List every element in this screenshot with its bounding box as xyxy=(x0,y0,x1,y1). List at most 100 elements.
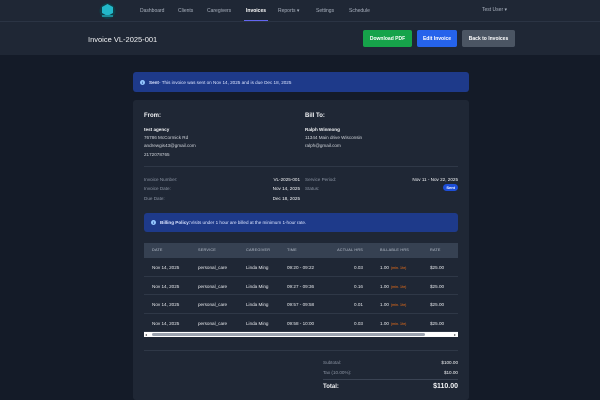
chevron-down-icon: ▾ xyxy=(296,8,300,14)
cell-text: Linda Ming xyxy=(246,302,269,307)
cell-time: 09:58 - 10:00 xyxy=(287,321,314,326)
cell-time: 09:57 - 09:58 xyxy=(287,302,314,307)
total-label: Total: xyxy=(323,384,339,390)
cell-billable-hrs: 1.00 (min. 1hr) xyxy=(380,302,406,307)
user-name: Test User xyxy=(482,7,504,13)
nav-settings[interactable]: Settings xyxy=(316,8,334,14)
nav-dashboard[interactable]: Dashboard xyxy=(140,8,164,14)
app-logo[interactable] xyxy=(99,2,116,20)
scroll-left-icon[interactable]: ◂ xyxy=(145,332,147,337)
invoice-date-label: Invoice Date: xyxy=(144,186,171,191)
status-badge: Sent xyxy=(443,184,458,191)
cell-caregiver: Linda Ming xyxy=(246,321,268,326)
nav-invoices[interactable]: Invoices xyxy=(243,8,269,21)
subtotal-value: $100.00 xyxy=(441,360,458,365)
cell-caregiver: Linda Ming xyxy=(246,284,268,289)
sent-alert: i Sent - This invoice was sent on Nov 14… xyxy=(133,72,469,92)
cell-text: 0.01 xyxy=(354,302,363,307)
cell-text: 09:20 - 09:22 xyxy=(287,265,315,270)
cell-text: Nov 14, 2025 xyxy=(152,320,180,326)
cell-text: Linda Ming xyxy=(246,320,269,326)
min-hour-note: (min. 1hr) xyxy=(390,284,407,289)
subtotal-label: Subtotal: xyxy=(323,360,342,365)
nav-reports[interactable]: Reports ▾ xyxy=(278,8,299,14)
cell-rate: $25.00 xyxy=(430,302,444,307)
cell-service: personal_care xyxy=(198,265,227,270)
scroll-right-icon[interactable]: ▸ xyxy=(454,332,456,337)
nav-reports-label: Reports xyxy=(278,8,296,14)
cell-text: Linda Ming xyxy=(246,283,269,289)
cell-date: Nov 14, 2025 xyxy=(152,302,179,307)
invoice-card: From: test agency 76786 McCormick Rd and… xyxy=(133,100,469,400)
nav-schedule[interactable]: Schedule xyxy=(349,8,370,14)
page-title: Invoice VL-2025-001 xyxy=(88,35,158,44)
cell-text: 1.00 xyxy=(380,302,389,307)
cell-actual-hrs: 0.01 xyxy=(354,302,363,307)
alert-status: Sent xyxy=(149,79,159,85)
cell-rate: $25.00 xyxy=(430,265,444,270)
cell-text: personal_care xyxy=(198,320,228,326)
cell-text: 0.16 xyxy=(354,283,363,289)
user-menu[interactable]: Test User ▾ xyxy=(482,7,507,13)
cell-billable-hrs: 1.00 (min. 1hr) xyxy=(380,265,406,270)
table-header: DATE SERVICE CAREGIVER TIME ACTUAL HRS B… xyxy=(144,243,458,258)
from-address: 76786 McCormick Rd xyxy=(144,135,189,140)
cell-text: $25.00 xyxy=(430,320,445,326)
total-value: $110.00 xyxy=(433,383,458,390)
col-billable-hrs: BILLABLE HRS xyxy=(380,248,409,252)
billing-policy-alert: i Billing Policy: Visits under 1 hour ar… xyxy=(144,213,458,232)
cell-text: $25.00 xyxy=(430,265,445,270)
cell-actual-hrs: 0.03 xyxy=(354,265,363,270)
table-row: Nov 14, 2025 personal_care Linda Ming 09:57… xyxy=(144,295,458,314)
page-header: Invoice VL-2025-001 Download PDF Edit In… xyxy=(0,22,600,55)
from-heading: From: xyxy=(144,113,161,119)
service-period: Nov 11 - Nov 22, 2025 xyxy=(412,177,458,182)
table-row: Nov 14, 2025 personal_care Linda Ming 09:27… xyxy=(144,277,458,295)
edit-invoice-button[interactable]: Edit Invoice xyxy=(417,30,457,47)
cell-text: 1.00 xyxy=(380,283,389,289)
divider xyxy=(144,350,458,351)
col-time: TIME xyxy=(287,248,297,252)
from-email: andrewgis43@gmail.com xyxy=(144,143,196,148)
cell-text: Nov 14, 2025 xyxy=(152,283,180,289)
col-rate: RATE xyxy=(430,248,441,252)
from-name: test agency xyxy=(144,127,170,132)
cell-text: personal_care xyxy=(198,265,228,270)
cell-text: $25.00 xyxy=(430,302,445,307)
policy-label: Billing Policy: xyxy=(160,220,191,225)
min-hour-note: (min. 1hr) xyxy=(390,266,407,270)
nav-clients[interactable]: Clients xyxy=(178,8,193,14)
cell-text: $25.00 xyxy=(430,283,445,289)
bill-to-name: Ralph Winmong xyxy=(305,127,340,132)
nav-caregivers[interactable]: Caregivers xyxy=(207,8,231,14)
invoice-number: VL-2025-001 xyxy=(273,177,300,182)
back-to-invoices-button[interactable]: Back to Invoices xyxy=(462,30,515,47)
divider xyxy=(323,379,458,380)
col-caregiver: CAREGIVER xyxy=(246,248,271,252)
col-date: DATE xyxy=(152,248,163,252)
bill-to-email: ralph@gmail.com xyxy=(305,143,341,148)
cell-text: 09:27 - 09:36 xyxy=(287,283,315,289)
from-phone: 2172078765 xyxy=(144,152,170,157)
due-date-label: Due Date: xyxy=(144,196,165,201)
table-row: Nov 14, 2025 personal_care Linda Ming 09:20… xyxy=(144,258,458,277)
cell-date: Nov 14, 2025 xyxy=(152,265,179,270)
bill-to-address: 11344 Main drive Wisconsin xyxy=(305,135,363,140)
line-items-table: DATE SERVICE CAREGIVER TIME ACTUAL HRS B… xyxy=(144,243,458,337)
cell-text: Nov 14, 2025 xyxy=(152,265,180,270)
cell-actual-hrs: 0.16 xyxy=(354,284,363,289)
cell-billable-hrs: 1.00 (min. 1hr) xyxy=(380,284,406,289)
scrollbar-thumb[interactable] xyxy=(152,333,425,336)
alert-text: - This invoice was sent on Nov 14, 2025 … xyxy=(158,79,292,85)
cell-text: personal_care xyxy=(198,283,228,289)
invoice-date: Nov 14, 2025 xyxy=(272,186,300,191)
cell-text: 09:57 - 09:58 xyxy=(287,302,315,307)
cell-rate: $25.00 xyxy=(430,321,444,326)
invoice-number-label: Invoice Number: xyxy=(144,177,178,182)
horizontal-scrollbar[interactable]: ◂ ▸ xyxy=(144,332,458,337)
cell-time: 09:20 - 09:22 xyxy=(287,265,314,270)
download-pdf-button[interactable]: Download PDF xyxy=(363,30,412,47)
top-navbar: Dashboard Clients Caregivers Invoices Re… xyxy=(0,0,600,22)
cell-service: personal_care xyxy=(198,284,227,289)
chevron-down-icon: ▾ xyxy=(504,7,508,13)
